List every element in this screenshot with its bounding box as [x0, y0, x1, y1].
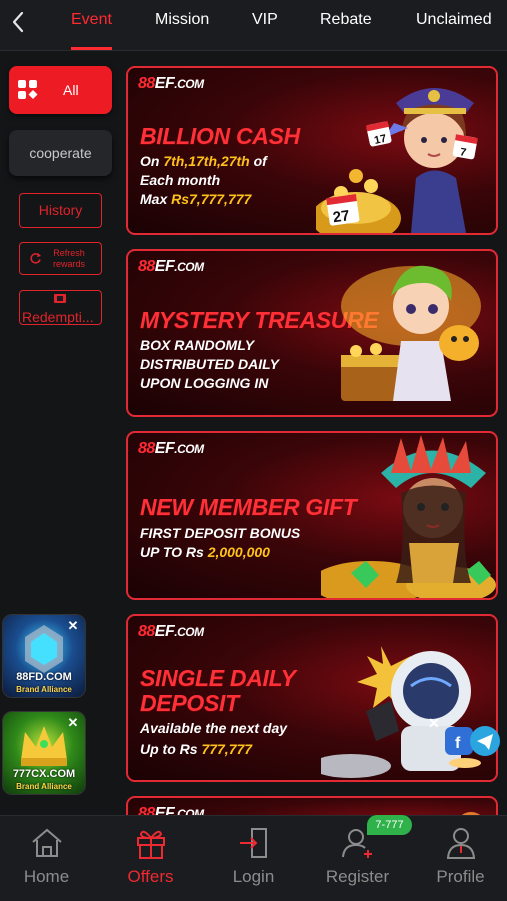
promo-banner-new-member-gift[interactable]: 88EF.COM NEW MEMBER GIFT FIRST DEPOSIT B…: [126, 431, 498, 600]
banner-line: Available the next day: [140, 720, 288, 736]
gift-icon: [136, 830, 165, 859]
bottom-navigation: Home Offers Login Register Profile: [0, 815, 507, 901]
svg-text:f: f: [455, 735, 461, 752]
captain-girl-illustration: 17 7 27: [316, 88, 478, 233]
nav-home[interactable]: Home: [0, 816, 97, 901]
ad-title: 88FD.COM: [16, 671, 72, 683]
nav-profile-label: Profile: [436, 867, 485, 886]
profile-icon: [446, 828, 475, 859]
ad-tag: Brand Alliance: [16, 782, 72, 791]
aztec-queen-illustration: [321, 435, 496, 598]
nav-login-label: Login: [232, 867, 275, 886]
brand-logo: 88EF.COM: [138, 75, 204, 92]
ad-title: 777CX.COM: [12, 768, 76, 780]
banner-line: Each month: [140, 172, 221, 188]
redemption-button[interactable]: Redempti...: [19, 290, 102, 325]
banner-line: UP TO Rs 2,000,000: [140, 544, 270, 560]
close-icon[interactable]: ✕: [65, 618, 81, 634]
banner-line: Up to Rs 777,777: [140, 741, 253, 757]
banner-line: DISTRIBUTED DAILY: [140, 356, 279, 372]
top-navigation: Event Mission VIP Rebate Unclaimed: [0, 0, 507, 51]
refresh-icon: [30, 253, 41, 264]
tab-mission[interactable]: Mission: [155, 0, 209, 50]
ad-777cx-brand-alliance[interactable]: ✕ 777CX.COM Brand Alliance: [2, 711, 86, 795]
promo-banner-billion-cash[interactable]: 88EF.COM BILLION CASH On 7th,17th,27th o…: [126, 66, 498, 235]
tab-unclaimed[interactable]: Unclaimed: [416, 0, 492, 50]
login-icon: [239, 828, 267, 858]
telegram-icon[interactable]: f: [445, 721, 501, 769]
ad-tag: Brand Alliance: [16, 685, 72, 694]
close-icon[interactable]: ✕: [428, 715, 440, 732]
refresh-rewards-button[interactable]: Refresh rewards: [19, 242, 102, 275]
redeem-ticket-icon: [54, 294, 66, 303]
tab-rebate[interactable]: Rebate: [320, 0, 372, 50]
nav-home-label: Home: [23, 867, 70, 886]
banner-line: FIRST DEPOSIT BONUS: [140, 525, 301, 541]
svg-text:27: 27: [332, 207, 351, 226]
close-icon[interactable]: ✕: [65, 715, 81, 731]
nav-register-label: Register: [325, 867, 390, 886]
category-all-label: All: [63, 82, 79, 98]
banner-title: DEPOSIT: [140, 690, 239, 716]
back-arrow-icon[interactable]: [6, 7, 32, 37]
category-cooperate-button[interactable]: cooperate: [9, 130, 112, 176]
fairy-treasure-illustration: [341, 265, 481, 401]
tab-vip[interactable]: VIP: [252, 0, 278, 50]
banner-line: Max Rs7,777,777: [140, 191, 252, 207]
home-icon: [31, 828, 62, 857]
history-button[interactable]: History: [19, 193, 102, 228]
banner-title: BILLION CASH: [140, 123, 300, 149]
svg-text:17: 17: [373, 133, 387, 147]
brand-logo: 88EF.COM: [138, 440, 204, 457]
register-bonus-badge: 7-777: [367, 815, 412, 835]
promo-banner-single-daily-deposit[interactable]: 88EF.COM SINGLE DAILY DEPOSIT Available …: [126, 614, 498, 782]
banner-line: On 7th,17th,27th of: [140, 153, 267, 169]
refresh-rewards-label: Refresh rewards: [52, 247, 85, 269]
nav-offers[interactable]: Offers: [100, 816, 201, 901]
redemption-label: Redempti...: [22, 309, 94, 325]
banner-title: SINGLE DAILY: [140, 665, 296, 691]
nav-profile[interactable]: Profile: [410, 816, 507, 901]
nav-offers-label: Offers: [127, 867, 174, 886]
brand-logo: 88EF.COM: [138, 258, 204, 275]
promo-banner-mystery-treasure[interactable]: 88EF.COM MYSTERY TREASURE BOX RANDOMLY D…: [126, 249, 498, 417]
banner-line: BOX RANDOMLY: [140, 337, 255, 353]
nav-login[interactable]: Login: [203, 816, 304, 901]
tab-event[interactable]: Event: [71, 0, 112, 50]
brand-logo: 88EF.COM: [138, 623, 204, 640]
category-all-button[interactable]: All: [9, 66, 112, 114]
banner-line: UPON LOGGING IN: [140, 375, 269, 391]
grid-card-icon: [18, 80, 38, 99]
ad-88fd-brand-alliance[interactable]: ✕ 88FD.COM Brand Alliance: [2, 614, 86, 698]
